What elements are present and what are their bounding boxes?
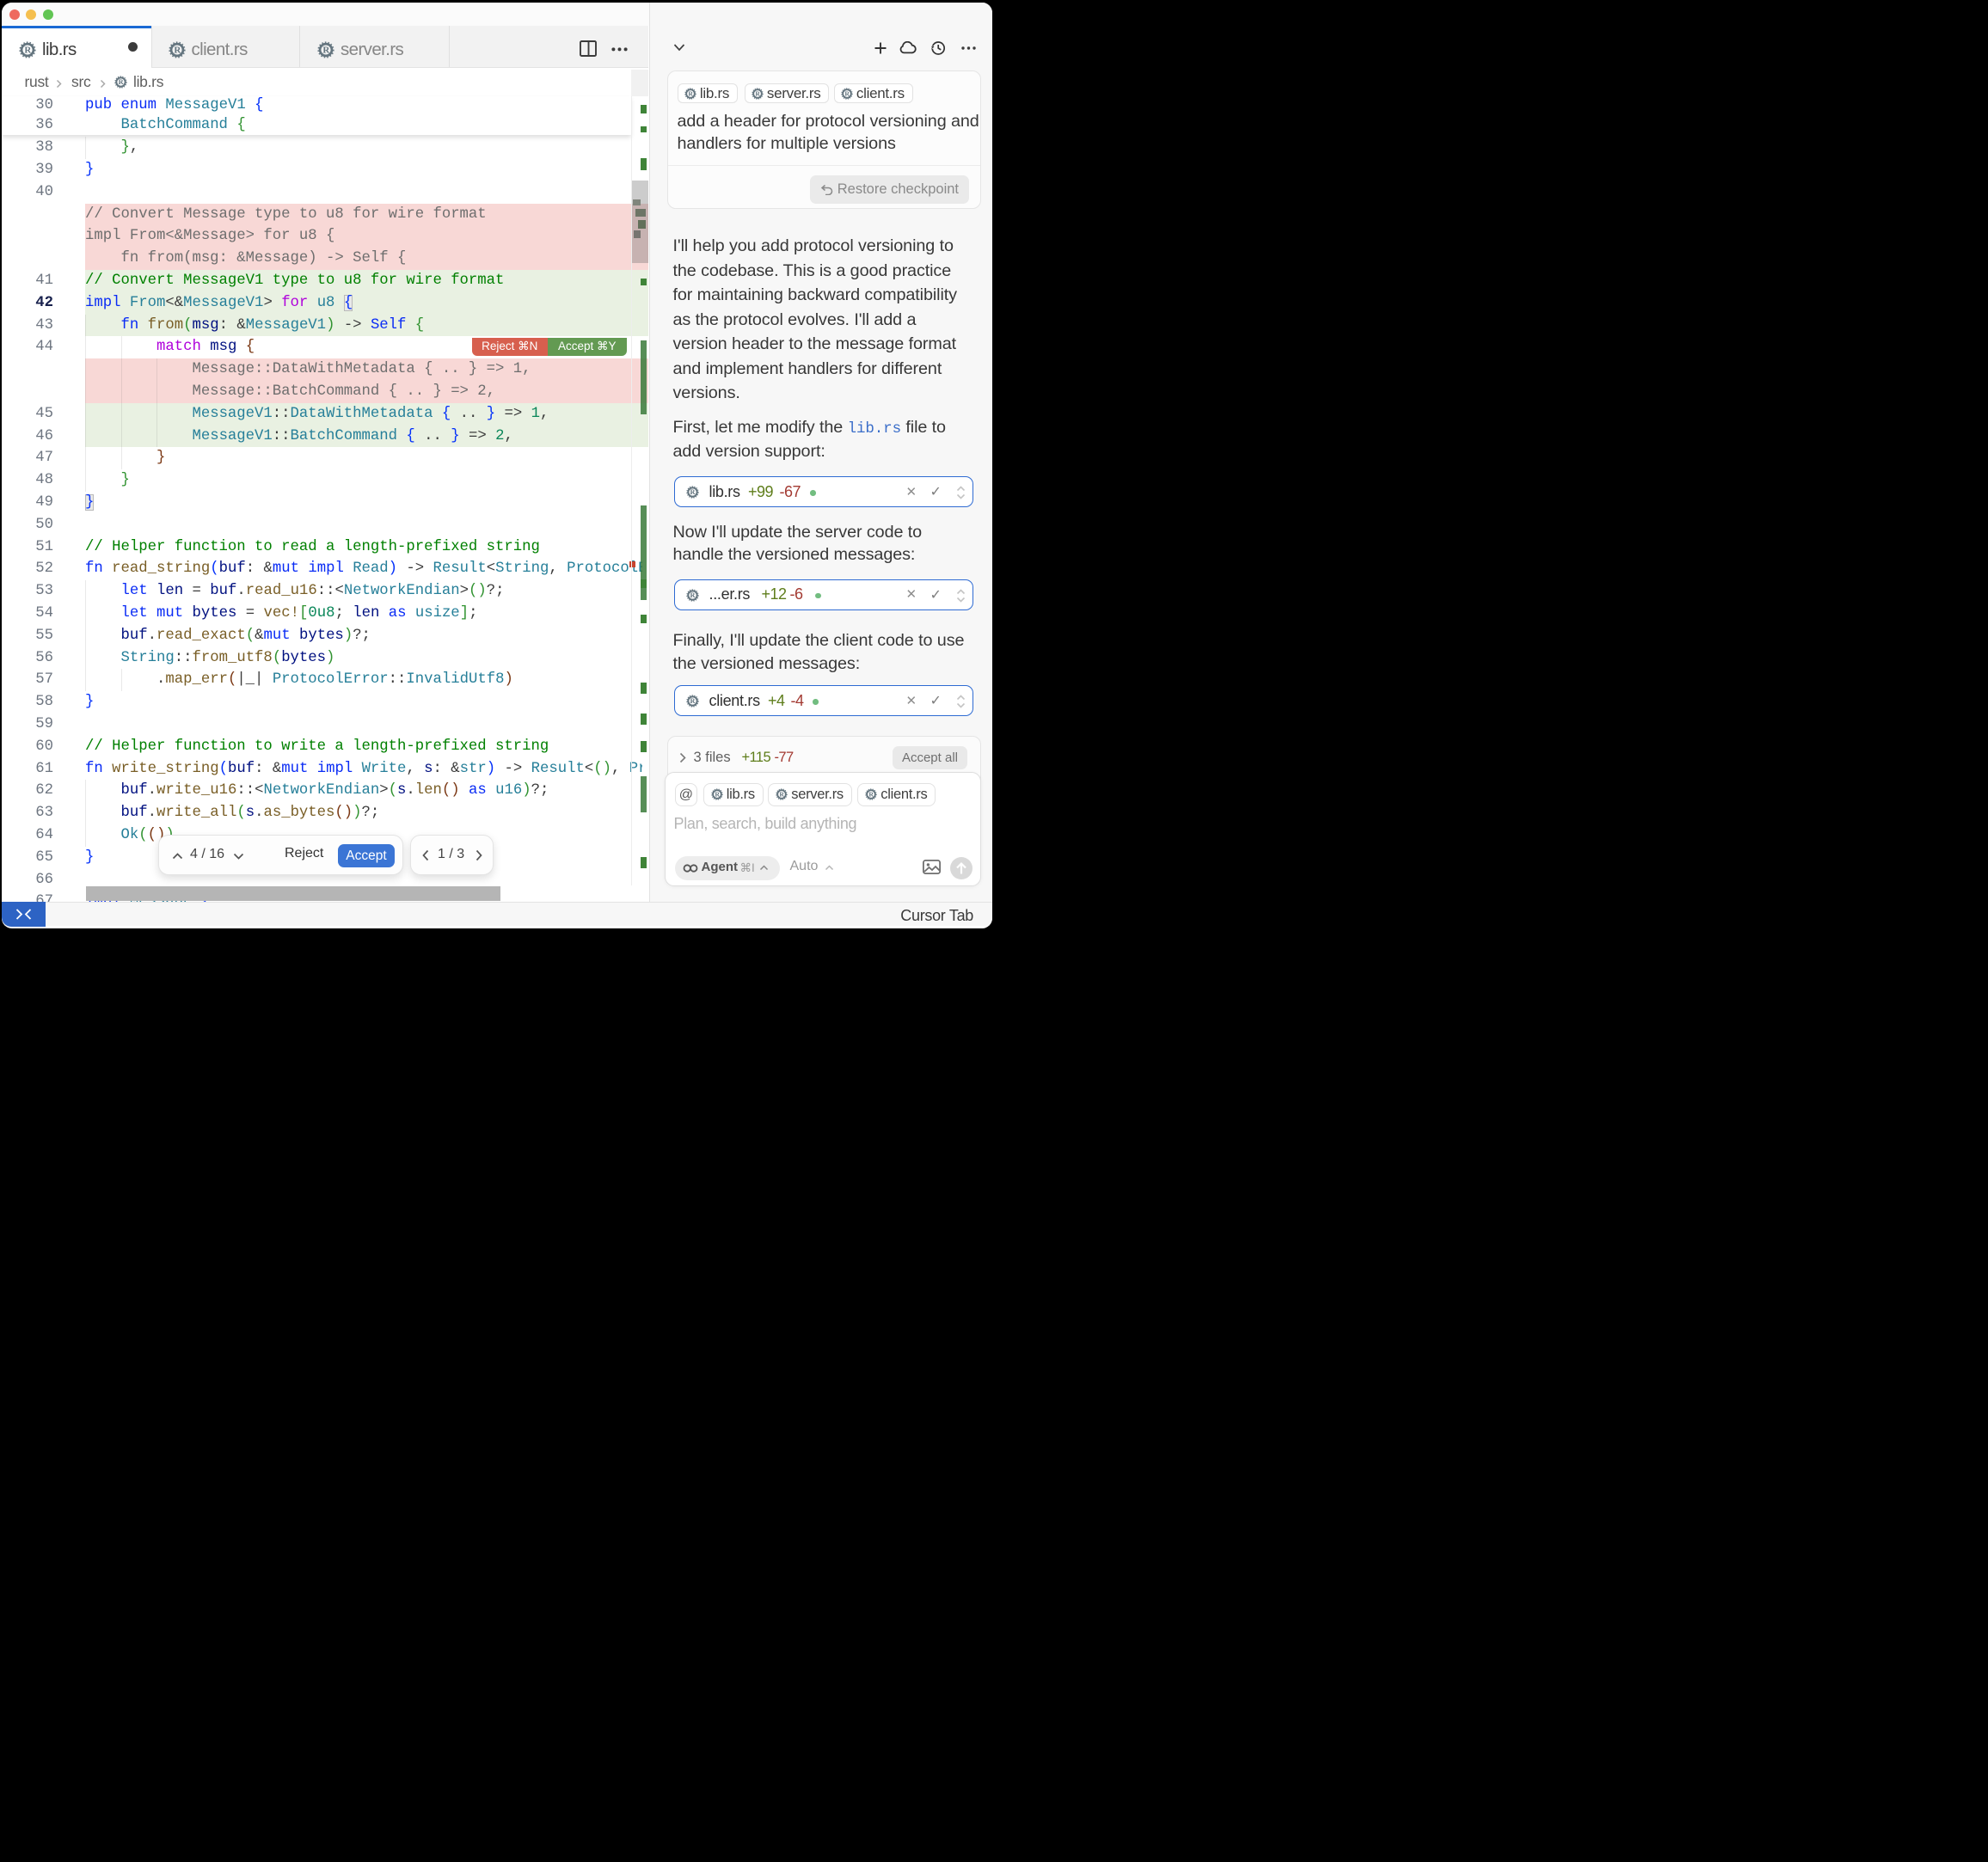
svg-text:R: R: [690, 591, 696, 599]
svg-text:R: R: [690, 488, 696, 496]
svg-text:R: R: [844, 89, 850, 97]
svg-text:R: R: [690, 697, 696, 705]
svg-text:R: R: [755, 89, 760, 97]
svg-text:R: R: [688, 89, 693, 97]
svg-text:R: R: [779, 791, 784, 799]
svg-text:R: R: [868, 791, 874, 799]
svg-text:R: R: [715, 791, 720, 799]
